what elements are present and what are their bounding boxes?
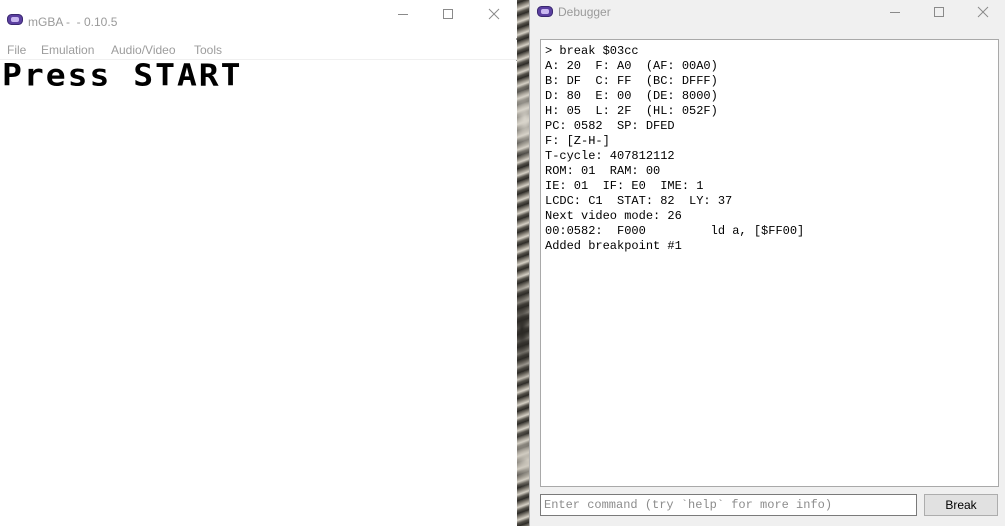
menu-tools[interactable]: Tools [194,43,222,57]
console-line: B: DF C: FF (BC: DFFF) [545,74,718,88]
debugger-maximize-button[interactable] [916,0,962,24]
command-input[interactable] [540,494,917,516]
menu-emulation[interactable]: Emulation [41,43,94,57]
close-icon [977,6,989,18]
debugger-window-title: Debugger [558,5,611,19]
console-line: H: 05 L: 2F (HL: 052F) [545,104,718,118]
game-screen-text: Press START [2,57,243,93]
minimize-button[interactable] [380,0,426,28]
console-line: F: [Z-H-] [545,134,610,148]
mgba-title-bar[interactable]: mGBA - - 0.10.5 [0,0,517,38]
console-line: Next video mode: 26 [545,209,682,223]
debugger-close-button[interactable] [960,0,1005,24]
menu-file[interactable]: File [7,43,26,57]
close-icon [488,8,500,20]
debugger-window: Debugger > break $03cc A: 20 F: A0 (AF: … [529,0,1005,526]
menu-audio-video[interactable]: Audio/Video [111,43,176,57]
console-line: T-cycle: 407812112 [545,149,675,163]
console-line: ROM: 01 RAM: 00 [545,164,661,178]
debugger-title-bar[interactable]: Debugger [530,0,1005,36]
mgba-window-title: mGBA - - 0.10.5 [28,15,118,29]
maximize-icon [934,7,944,17]
console-line: > break $03cc [545,44,639,58]
console-line: LCDC: C1 STAT: 82 LY: 37 [545,194,733,208]
console-line: IE: 01 IF: E0 IME: 1 [545,179,704,193]
console-line: Added breakpoint #1 [545,239,682,253]
console-line: PC: 0582 SP: DFED [545,119,675,133]
maximize-icon [443,9,453,19]
minimize-icon [890,12,900,13]
debugger-minimize-button[interactable] [872,0,918,24]
break-button[interactable]: Break [924,494,998,516]
console-line: 00:0582: F000 ld a, [$FF00] [545,224,805,238]
mgba-window: mGBA - - 0.10.5 File Emulation Audio/Vid… [0,0,517,526]
close-button[interactable] [471,0,517,28]
mgba-app-icon [7,14,23,25]
minimize-icon [398,14,408,15]
debugger-console-output[interactable]: > break $03cc A: 20 F: A0 (AF: 00A0) B: … [540,39,999,487]
console-line: D: 80 E: 00 (DE: 8000) [545,89,718,103]
game-screen[interactable]: Press START [0,57,517,526]
maximize-button[interactable] [425,0,471,28]
debugger-app-icon [537,6,553,17]
console-line: A: 20 F: A0 (AF: 00A0) [545,59,718,73]
